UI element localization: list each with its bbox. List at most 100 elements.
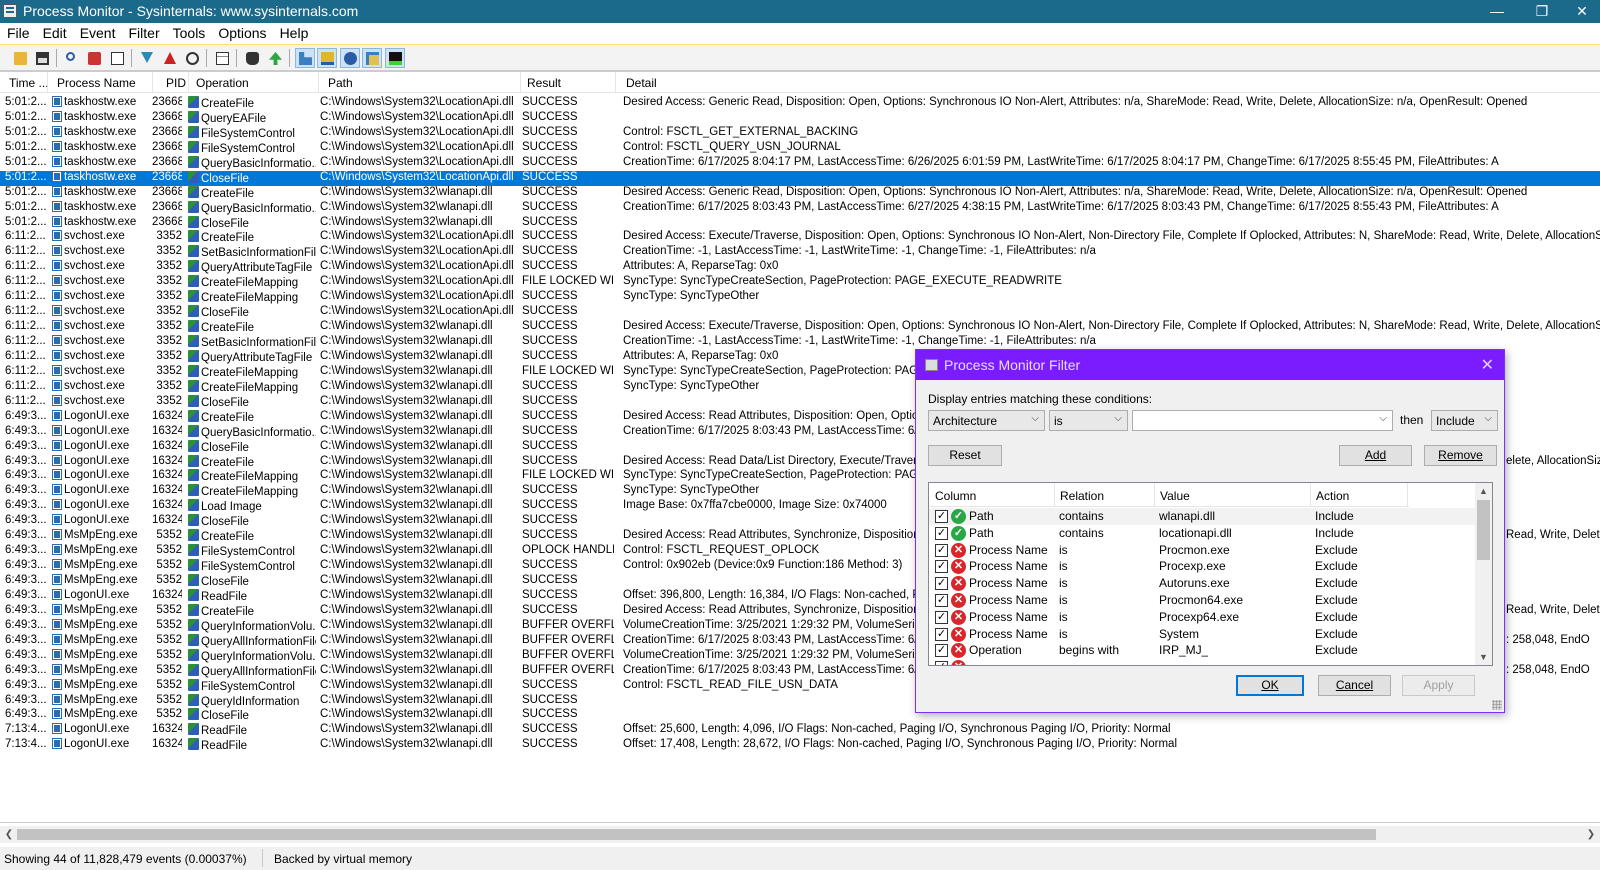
horizontal-scrollbar[interactable]: ❮ ❯ <box>0 826 1600 843</box>
event-row[interactable]: 5:01:2... taskhostw.exe 23668 CloseFile C:\W… <box>0 170 1600 186</box>
network-activity-icon[interactable] <box>340 48 360 68</box>
cancel-button[interactable]: Cancel <box>1318 675 1391 696</box>
event-row[interactable]: 5:01:2... taskhostw.exe 23668 FileSystemCon… <box>0 125 1600 141</box>
filter-rule-row[interactable]: ✓✕ <box>929 659 1478 665</box>
filter-header-value[interactable]: Value <box>1160 489 1190 503</box>
filter-relation-select[interactable]: is ⌵ <box>1049 410 1128 431</box>
event-row[interactable]: 5:01:2... taskhostw.exe 23668 CreateFile C:\… <box>0 185 1600 201</box>
rule-enabled-checkbox[interactable]: ✓ <box>935 594 948 607</box>
highlight-icon[interactable] <box>160 48 180 68</box>
event-row[interactable]: 6:11:2... svchost.exe 3352 CloseFile C:\Wind… <box>0 305 1600 320</box>
filter-rule-row[interactable]: ✓ ✓ Path contains locationapi.dll Include <box>929 525 1478 542</box>
column-header-operation[interactable]: Operation <box>196 76 249 90</box>
event-row[interactable]: 5:01:2... taskhostw.exe 23668 QueryBasicInf… <box>0 200 1600 216</box>
scroll-right-icon[interactable]: ❯ <box>1583 827 1599 842</box>
event-row[interactable]: 6:11:2... svchost.exe 3352 CreateFile C:\Win… <box>0 320 1600 335</box>
event-row[interactable]: 7:13:4... LogonUI.exe 16324 ReadFile C:\Wind… <box>0 723 1600 738</box>
rule-enabled-checkbox[interactable]: ✓ <box>935 510 948 523</box>
cell-time: 6:49:3... <box>5 589 47 601</box>
find-icon[interactable] <box>62 48 82 68</box>
autoscroll-icon[interactable] <box>107 48 127 68</box>
filter-rule-row[interactable]: ✓ ✕ Process Name is Procexp.exe Exclude <box>929 558 1478 575</box>
event-row[interactable]: 5:01:2... taskhostw.exe 23668 CreateFile C:\… <box>0 96 1600 111</box>
column-header-pid[interactable]: PID <box>166 76 186 90</box>
filter-value-input[interactable]: ⌵ <box>1132 410 1393 431</box>
rule-enabled-checkbox[interactable]: ✓ <box>935 526 948 540</box>
menu-tools[interactable]: Tools <box>166 23 206 41</box>
filter-rule-row[interactable]: ✓ ✕ Process Name is System Exclude <box>929 626 1478 643</box>
column-header-detail[interactable]: Detail <box>626 76 657 90</box>
filter-icon[interactable] <box>137 48 157 68</box>
rule-enabled-checkbox[interactable]: ✓ <box>935 644 948 658</box>
event-row[interactable]: 5:01:2... taskhostw.exe 23668 QueryEAFile C:… <box>0 110 1600 126</box>
rule-enabled-checkbox[interactable]: ✓ <box>935 543 948 557</box>
column-header-process-name[interactable]: Process Name <box>57 76 136 90</box>
resize-grip-icon[interactable] <box>1492 700 1502 710</box>
save-icon[interactable] <box>32 48 52 68</box>
ok-button[interactable]: OK <box>1236 675 1304 696</box>
filter-rule-row[interactable]: ✓ ✕ Process Name is Procmon64.exe Exclude <box>929 592 1478 609</box>
event-row[interactable]: 6:11:2... svchost.exe 3352 CreateFileMappin… <box>0 290 1600 305</box>
filter-action-select[interactable]: Include ⌵ <box>1431 410 1498 431</box>
filter-rule-row[interactable]: ✓ ✓ Path contains wlanapi.dll Include <box>929 508 1478 525</box>
filter-rules-list[interactable]: Column Relation Value Action ✓ ✓ Path conta… <box>928 482 1493 666</box>
menu-event[interactable]: Event <box>73 23 116 41</box>
rule-enabled-checkbox[interactable]: ✓ <box>935 610 948 624</box>
filter-header-action[interactable]: Action <box>1316 489 1349 503</box>
vertical-scroll-thumb[interactable] <box>1477 500 1490 560</box>
event-row[interactable]: 7:13:4... LogonUI.exe 16324 ReadFile C:\Wind… <box>0 738 1600 753</box>
scroll-up-icon[interactable]: ▲ <box>1475 483 1492 499</box>
dialog-close-icon[interactable]: ✕ <box>1481 355 1494 375</box>
capture-icon[interactable] <box>84 48 104 68</box>
menu-options[interactable]: Options <box>211 23 266 41</box>
column-header-time[interactable]: Time ... <box>9 76 49 90</box>
scroll-down-icon[interactable]: ▼ <box>1475 649 1492 665</box>
scroll-left-icon[interactable]: ❮ <box>1 827 17 842</box>
event-row[interactable]: 5:01:2... taskhostw.exe 23668 FileSystemCon… <box>0 140 1600 156</box>
filter-rule-row[interactable]: ✓ ✕ Process Name is Procmon.exe Exclude <box>929 542 1478 559</box>
filter-header-column[interactable]: Column <box>935 489 976 503</box>
add-button[interactable]: Add <box>1339 445 1412 466</box>
filter-header-relation[interactable]: Relation <box>1060 489 1104 503</box>
column-header-path[interactable]: Path <box>328 76 353 90</box>
column-header-result[interactable]: Result <box>527 76 561 90</box>
properties-icon[interactable] <box>212 48 232 68</box>
horizontal-scroll-thumb[interactable] <box>17 829 1376 840</box>
menu-help[interactable]: Help <box>273 23 309 41</box>
filter-rule-row[interactable]: ✓ ✕ Operation begins with IRP_MJ_ Exclude <box>929 642 1478 659</box>
menu-file[interactable]: File <box>0 23 30 41</box>
registry-activity-icon[interactable] <box>295 48 315 68</box>
filter-rule-row[interactable]: ✓ ✕ Process Name is Autoruns.exe Exclude <box>929 575 1478 592</box>
target-icon[interactable] <box>182 48 202 68</box>
close-button[interactable]: ✕ <box>1564 0 1600 23</box>
remove-button[interactable]: Remove <box>1424 445 1497 466</box>
event-row[interactable]: 5:01:2... taskhostw.exe 23668 CloseFile C:\W… <box>0 215 1600 231</box>
event-row[interactable]: 6:11:2... svchost.exe 3352 CreateFileMappin… <box>0 275 1600 290</box>
process-activity-icon[interactable] <box>362 48 382 68</box>
find-next-icon[interactable] <box>265 48 285 68</box>
rule-enabled-checkbox[interactable]: ✓ <box>935 661 948 665</box>
filter-rule-row[interactable]: ✓ ✕ Process Name is Procexp64.exe Exclude <box>929 609 1478 626</box>
cell-result-text: SUCCESS <box>522 305 578 318</box>
minimize-button[interactable]: — <box>1475 0 1519 23</box>
restore-button[interactable]: ❐ <box>1520 0 1564 23</box>
event-row[interactable]: 6:11:2... svchost.exe 3352 CreateFile C:\Win… <box>0 230 1600 245</box>
event-row[interactable]: 6:11:2... svchost.exe 3352 SetBasicInformat… <box>0 335 1600 350</box>
reset-button[interactable]: Reset <box>928 445 1002 466</box>
event-row[interactable]: 5:01:2... taskhostw.exe 23668 QueryBasicInf… <box>0 155 1600 171</box>
file-activity-icon[interactable] <box>317 48 337 68</box>
rule-enabled-checkbox[interactable]: ✓ <box>935 627 948 641</box>
event-row[interactable]: 6:11:2... svchost.exe 3352 SetBasicInformat… <box>0 245 1600 260</box>
event-row[interactable]: 6:11:2... svchost.exe 3352 QueryAttributeTa… <box>0 260 1600 275</box>
profiling-icon[interactable] <box>385 48 405 68</box>
menu-filter[interactable]: Filter <box>122 23 160 41</box>
rule-enabled-checkbox[interactable]: ✓ <box>935 560 948 574</box>
jump-icon[interactable] <box>242 48 262 68</box>
menu-edit[interactable]: Edit <box>36 23 67 41</box>
filter-list-scrollbar[interactable]: ▲ ▼ <box>1475 483 1492 665</box>
filter-column-select[interactable]: Architecture ⌵ <box>928 410 1045 431</box>
cell-path-text: C:\Windows\System32\wlanapi.dll <box>320 454 493 467</box>
apply-button[interactable]: Apply <box>1402 675 1475 696</box>
open-icon[interactable] <box>10 48 30 68</box>
rule-enabled-checkbox[interactable]: ✓ <box>935 577 948 591</box>
